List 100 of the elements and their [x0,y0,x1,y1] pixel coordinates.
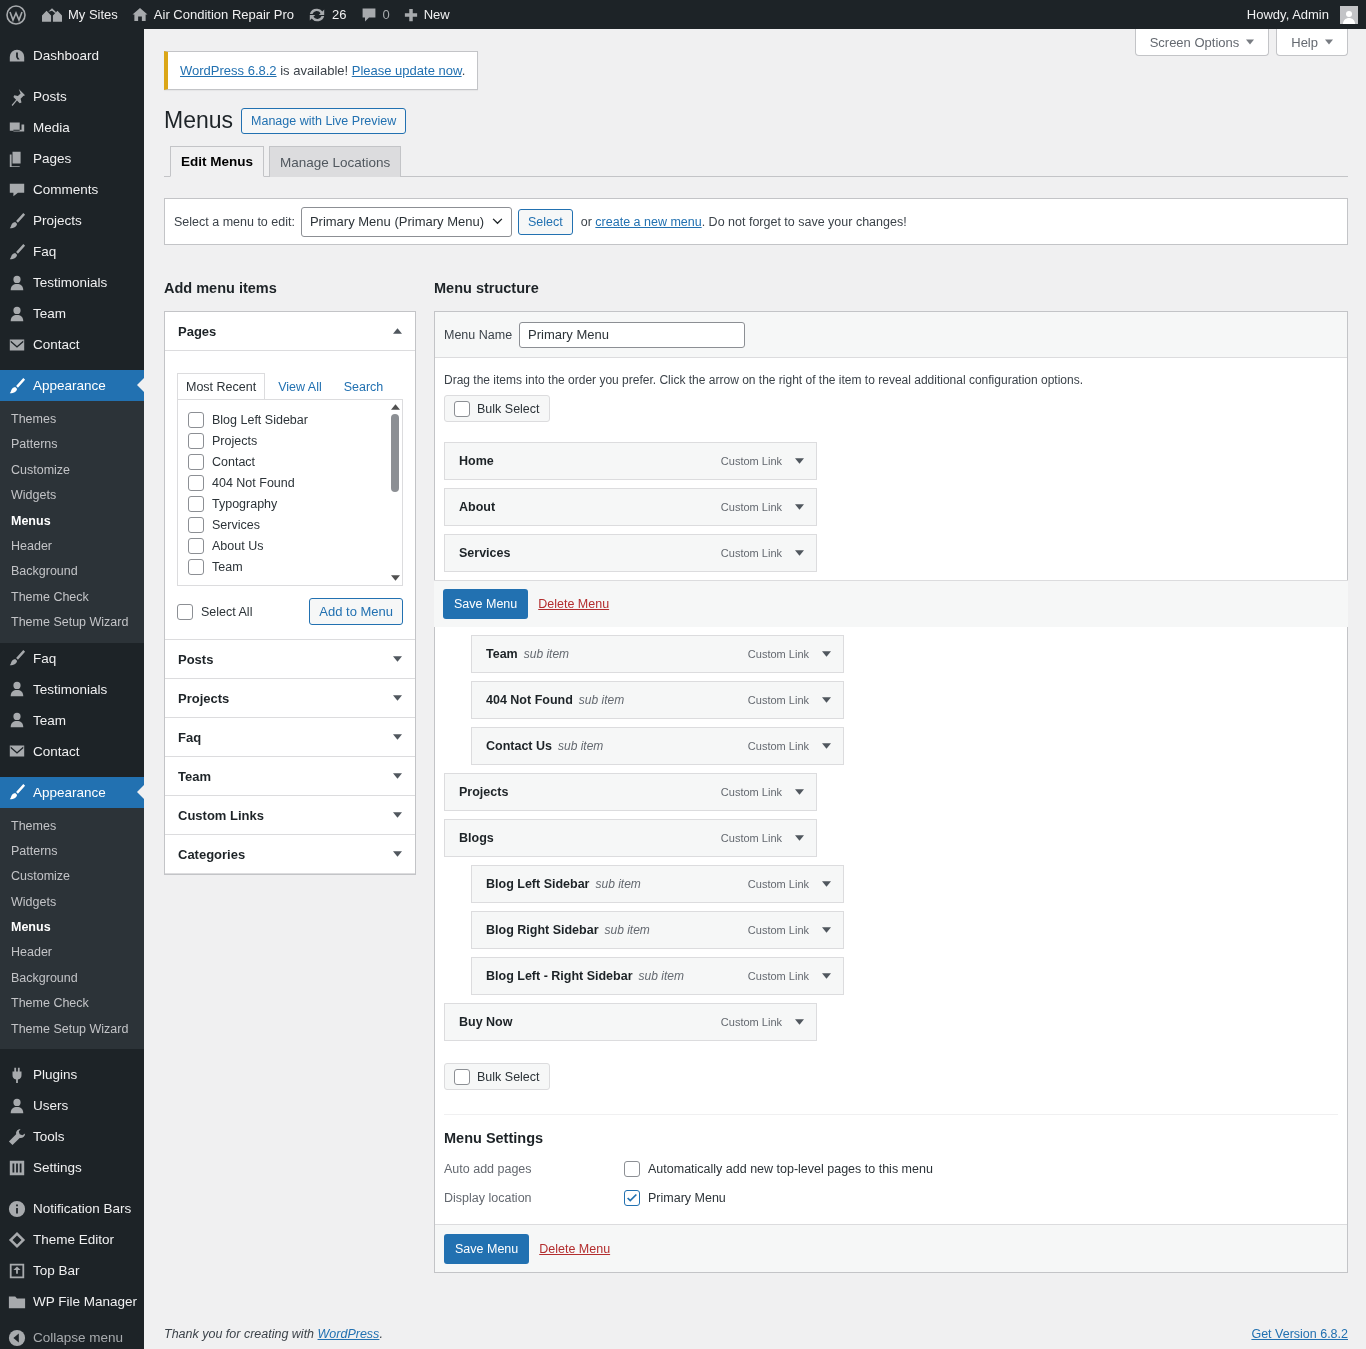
bulk-select-button[interactable]: Bulk Select [444,395,550,422]
menu-item[interactable]: Blogs Custom Link [444,819,817,857]
version-link[interactable]: Get Version 6.8.2 [1251,1327,1348,1342]
caret-icon[interactable] [393,656,402,662]
panel-tab[interactable]: Most Recent [177,373,266,400]
caret-icon[interactable] [822,697,831,703]
menu-item[interactable]: About Custom Link [444,488,817,526]
submenu-item[interactable]: Background [0,965,144,992]
menu-item[interactable]: Services Custom Link [444,534,817,572]
checkbox[interactable] [454,400,470,417]
sidebar-item[interactable]: Comments [0,174,144,205]
submenu-item[interactable]: Theme Setup Wizard [0,1016,144,1043]
accordion-header[interactable]: Custom Links [165,796,415,835]
live-preview-button[interactable]: Manage with Live Preview [241,107,407,134]
submenu-item[interactable]: Background [0,559,144,585]
checkbox[interactable] [188,411,204,428]
submenu-item[interactable]: Themes [0,813,144,839]
caret-icon[interactable] [795,835,804,841]
sidebar-item[interactable]: Top Bar [0,1255,144,1287]
caret-icon[interactable] [393,734,402,740]
text-link[interactable]: WordPress 6.8.2 [180,63,277,78]
submenu-item[interactable]: Theme Check [0,584,144,611]
checkbox[interactable] [188,474,204,491]
menu-item[interactable]: Home Custom Link [444,442,817,480]
sidebar-item[interactable]: Tools [0,1121,144,1153]
caret-icon[interactable] [795,789,804,795]
save-menu-button[interactable]: Save Menu [443,589,529,619]
delete-menu-link[interactable]: Delete Menu [539,1241,611,1256]
sidebar-item[interactable]: Notification Bars [0,1193,144,1225]
accordion-header[interactable]: Pages [165,312,415,351]
submenu-item[interactable]: Themes [0,407,144,433]
caret-icon[interactable] [393,328,402,334]
sidebar-item[interactable]: Contact [0,329,144,360]
caret-icon[interactable] [393,695,402,701]
text-link[interactable]: Please update now [351,63,462,78]
menu-item[interactable]: Team sub item Custom Link [471,635,844,673]
accordion-header[interactable]: Posts [165,640,415,679]
submenu-item[interactable]: Header [0,940,144,966]
caret-icon[interactable] [822,651,831,657]
sidebar-item[interactable]: Dashboard [0,40,144,71]
checkbox[interactable] [188,495,204,512]
nav-tab[interactable]: Manage Locations [269,146,402,177]
caret-icon[interactable] [393,812,402,818]
submenu-item[interactable]: Customize [0,864,144,890]
menu-item[interactable]: 404 Not Found sub item Custom Link [471,681,844,719]
collapse-menu-button[interactable]: Collapse menu [0,1322,144,1349]
accordion-header[interactable]: Categories [165,835,415,874]
text-link[interactable]: create a new menu [595,214,702,229]
logo-icon[interactable] [6,4,26,25]
caret-icon[interactable] [795,1019,804,1025]
sidebar-item[interactable]: Testimonials [0,673,144,705]
sidebar-item[interactable]: Team [0,298,144,329]
menu-dropdown[interactable]: Primary Menu (Primary Menu) [300,206,512,237]
caret-icon[interactable] [795,458,804,464]
select-button[interactable]: Select [518,208,573,235]
checkbox[interactable] [177,603,193,620]
sidebar-item[interactable]: Contact [0,735,144,767]
sidebar-item[interactable]: Plugins [0,1059,144,1091]
sidebar-item[interactable]: Projects [0,205,144,236]
checkbox[interactable] [624,1160,640,1177]
sidebar-item[interactable]: WP File Manager [0,1286,144,1318]
caret-icon[interactable] [393,773,402,779]
menu-name-field[interactable]: Primary Menu [519,321,746,348]
admin-bar-item[interactable]: 0 [360,6,390,23]
sidebar-item[interactable]: Users [0,1090,144,1122]
delete-menu-link[interactable]: Delete Menu [538,597,610,611]
panel-tab[interactable]: View All [269,373,331,399]
checkbox[interactable] [188,516,204,533]
admin-bar-item[interactable]: My Sites [42,7,118,22]
sidebar-item[interactable]: Settings [0,1152,144,1184]
sidebar-item[interactable]: Appearance [0,370,144,401]
bulk-select-button[interactable]: Bulk Select [444,1063,550,1090]
menu-item[interactable]: Projects Custom Link [444,773,817,811]
checkbox[interactable] [188,558,204,575]
scroll-up-icon[interactable] [390,404,400,410]
scroll-down-icon[interactable] [390,575,400,581]
save-menu-button[interactable]: Save Menu [444,1233,530,1264]
checkbox[interactable] [188,537,204,554]
sidebar-item[interactable]: Faq [0,236,144,267]
submenu-item[interactable]: Theme Check [0,991,144,1017]
caret-icon[interactable] [795,550,804,556]
account-menu[interactable]: Howdy, Admin [1246,5,1358,24]
checkbox[interactable] [454,1068,470,1085]
admin-bar-item[interactable]: Air Condition Repair Pro [131,7,295,22]
submenu-item[interactable]: Widgets [0,889,144,916]
checkbox[interactable] [188,453,204,470]
submenu-item[interactable]: Patterns [0,838,144,865]
admin-bar-item[interactable]: New [403,7,450,22]
submenu-item[interactable]: Patterns [0,432,144,458]
accordion-header[interactable]: Projects [165,679,415,718]
accordion-header[interactable]: Team [165,757,415,796]
checkbox[interactable] [188,432,204,449]
submenu-item[interactable]: Menus [0,508,144,534]
submenu-item[interactable]: Theme Setup Wizard [0,610,144,636]
menu-item[interactable]: Contact Us sub item Custom Link [471,727,844,765]
menu-item[interactable]: Blog Left - Right Sidebar sub item Custom Link [471,957,844,995]
caret-icon[interactable] [822,881,831,887]
add-to-menu-button[interactable]: Add to Menu [309,598,403,625]
sidebar-item[interactable]: Theme Editor [0,1224,144,1256]
sidebar-item[interactable]: Posts [0,81,144,112]
